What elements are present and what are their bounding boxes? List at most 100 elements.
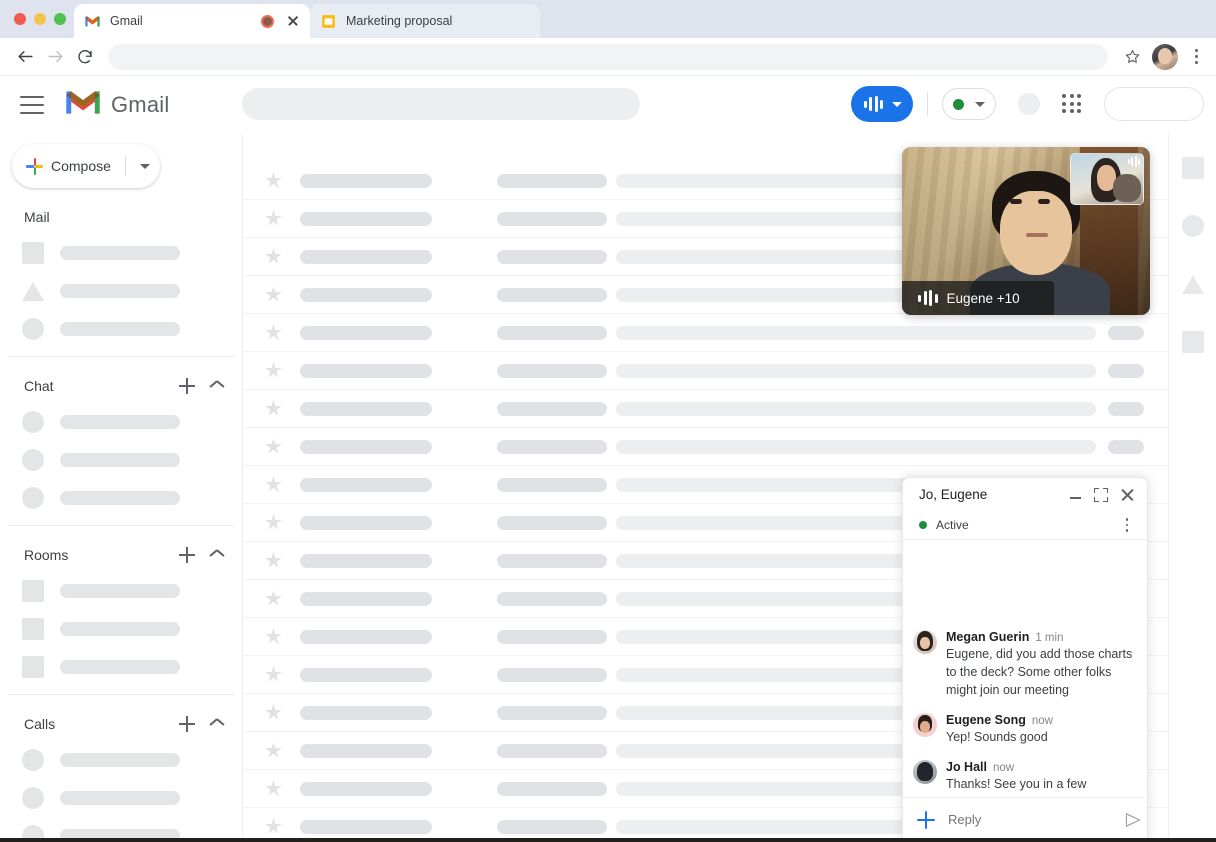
table-row[interactable]	[243, 390, 1168, 428]
star-icon[interactable]	[1118, 43, 1146, 71]
placeholder-bar	[60, 622, 180, 636]
star-icon[interactable]	[265, 742, 282, 758]
chat-message-body: Jo Hall now Thanks! See you in a few	[946, 760, 1137, 793]
tab-audio-indicator-icon[interactable]	[261, 14, 274, 28]
gmail-logo[interactable]: Gmail	[64, 88, 169, 122]
add-call-button[interactable]	[178, 715, 196, 733]
list-item[interactable]	[0, 403, 242, 441]
compose-button-label: Compose	[51, 158, 111, 174]
close-icon[interactable]	[1120, 487, 1135, 502]
list-item[interactable]	[0, 517, 242, 525]
star-icon[interactable]	[265, 666, 282, 682]
rail-item[interactable]	[1169, 202, 1216, 250]
sidebar-list-rooms	[0, 572, 242, 694]
gmail-wordmark: Gmail	[111, 92, 170, 117]
reload-icon[interactable]	[70, 42, 100, 72]
add-chat-button[interactable]	[178, 377, 196, 395]
browser-tab-gmail[interactable]: Gmail	[74, 4, 310, 38]
plus-icon[interactable]	[917, 810, 935, 829]
star-icon[interactable]	[265, 514, 282, 530]
list-item[interactable]	[0, 348, 242, 356]
sidebar-section-chat: Chat	[0, 369, 242, 403]
chevron-up-icon[interactable]	[210, 551, 224, 560]
list-item[interactable]	[0, 234, 242, 272]
star-icon[interactable]	[265, 286, 282, 302]
star-icon[interactable]	[265, 590, 282, 606]
self-view-thumbnail[interactable]	[1070, 153, 1144, 205]
star-icon[interactable]	[265, 438, 282, 454]
expand-icon[interactable]	[1094, 487, 1108, 502]
list-item[interactable]	[0, 686, 242, 694]
minimize-icon[interactable]	[1068, 487, 1084, 503]
hamburger-icon[interactable]	[20, 96, 44, 114]
account-pill[interactable]	[1104, 87, 1204, 121]
list-item[interactable]	[0, 441, 242, 479]
placeholder-bar	[60, 660, 180, 674]
star-icon[interactable]	[265, 704, 282, 720]
video-tile-label: Eugene +10	[902, 281, 1054, 315]
table-row[interactable]	[243, 428, 1168, 466]
browser-profile-avatar[interactable]	[1152, 43, 1178, 70]
apps-grid-icon[interactable]	[1062, 94, 1082, 114]
star-icon[interactable]	[265, 780, 282, 796]
star-icon[interactable]	[265, 818, 282, 834]
list-item[interactable]	[0, 610, 242, 648]
table-row[interactable]	[243, 352, 1168, 390]
chevron-down-icon[interactable]	[139, 163, 150, 169]
list-item[interactable]	[0, 479, 242, 517]
address-bar[interactable]	[108, 43, 1108, 70]
star-icon[interactable]	[265, 400, 282, 416]
chevron-up-icon[interactable]	[210, 720, 224, 729]
help-circle-icon[interactable]	[1018, 93, 1040, 115]
rail-item[interactable]	[1169, 260, 1216, 308]
tab-close-button[interactable]	[286, 14, 300, 28]
chat-panel-header[interactable]: Jo, Eugene	[903, 478, 1147, 511]
placeholder-bar	[60, 584, 180, 598]
star-icon[interactable]	[265, 210, 282, 226]
video-call-tile[interactable]: Eugene +10	[902, 147, 1150, 315]
subject-placeholder	[497, 363, 607, 378]
back-arrow-icon[interactable]	[10, 42, 40, 72]
list-item[interactable]	[0, 572, 242, 610]
star-icon[interactable]	[265, 362, 282, 378]
chat-message-text: Eugene, did you add those charts to the …	[946, 647, 1133, 697]
gmail-icon	[64, 88, 102, 122]
list-item[interactable]	[0, 779, 242, 817]
participant-name: Eugene +10	[946, 290, 1020, 306]
chat-message: Eugene Song now Yep! Sounds good	[913, 713, 1137, 746]
rail-item[interactable]	[1169, 318, 1216, 366]
chevron-up-icon[interactable]	[210, 382, 224, 391]
subject-placeholder	[497, 819, 607, 834]
reply-input[interactable]	[948, 812, 1124, 827]
close-window-button[interactable]	[14, 13, 26, 25]
table-row[interactable]	[243, 314, 1168, 352]
list-item[interactable]	[0, 648, 242, 686]
circle-placeholder-icon	[22, 449, 44, 471]
subject-placeholder	[497, 401, 607, 416]
rail-item[interactable]	[1169, 144, 1216, 192]
status-pill[interactable]	[942, 88, 996, 120]
list-item[interactable]	[0, 272, 242, 310]
star-icon[interactable]	[265, 552, 282, 568]
list-item[interactable]	[0, 741, 242, 779]
window-controls[interactable]	[14, 13, 66, 25]
minimize-window-button[interactable]	[34, 13, 46, 25]
maximize-window-button[interactable]	[54, 13, 66, 25]
star-icon[interactable]	[265, 628, 282, 644]
star-icon[interactable]	[265, 172, 282, 188]
list-item[interactable]	[0, 310, 242, 348]
search-input[interactable]	[242, 88, 640, 120]
add-room-button[interactable]	[178, 546, 196, 564]
browser-tab-marketing-proposal[interactable]: Marketing proposal	[310, 4, 540, 38]
sender-placeholder	[300, 287, 432, 302]
star-icon[interactable]	[265, 476, 282, 492]
star-icon[interactable]	[265, 248, 282, 264]
kebab-menu-icon[interactable]	[1186, 45, 1206, 69]
compose-button[interactable]: Mail Compose	[12, 144, 160, 188]
send-icon[interactable]	[1124, 812, 1142, 828]
gmail-header-actions	[850, 86, 1204, 122]
start-meeting-button[interactable]	[850, 86, 913, 122]
triangle-placeholder-icon	[22, 281, 44, 301]
kebab-menu-icon[interactable]	[1119, 516, 1135, 534]
star-icon[interactable]	[265, 324, 282, 340]
